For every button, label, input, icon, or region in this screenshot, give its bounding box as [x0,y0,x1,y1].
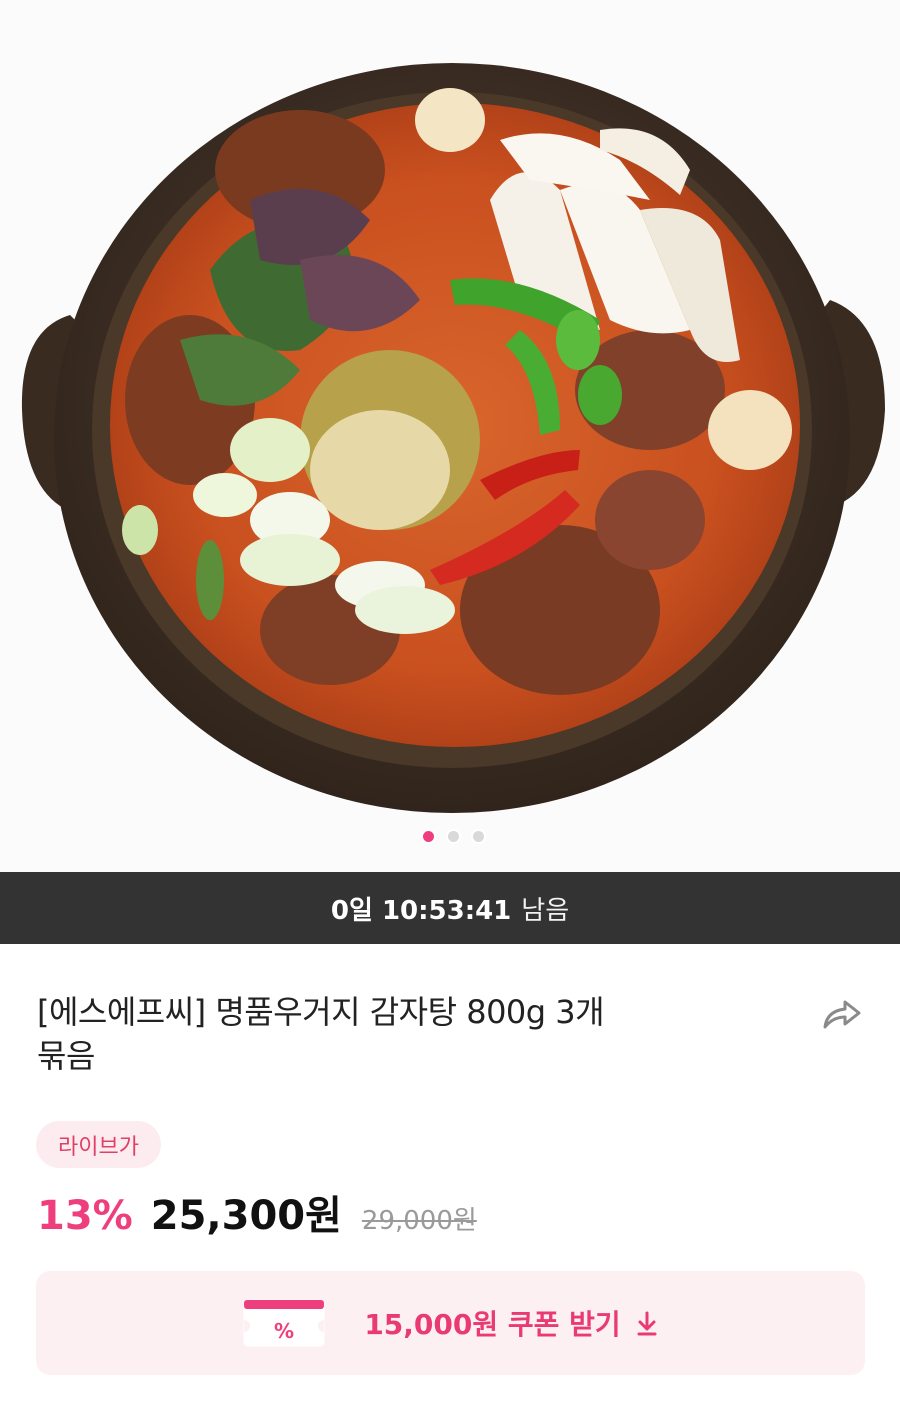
product-title: [에스에프씨] 명품우거지 감자탕 800g 3개 묶음 [37,990,737,1078]
carousel-dot-3[interactable] [470,828,486,844]
product-image[interactable] [0,0,900,872]
stew-pot-illustration [0,0,900,872]
coupon-download-button[interactable]: % 15,000원 쿠폰 받기 [36,1271,865,1375]
coupon-label-wrap: 15,000원 쿠폰 받기 [364,1303,658,1343]
original-price: 29,000원 [361,1206,477,1236]
arrow-down-icon [637,1311,657,1336]
countdown-bar: 0일 10:53:41 남음 [0,872,900,944]
product-title-line-1: [에스에프씨] 명품우거지 감자탕 800g 3개 [37,993,605,1031]
product-title-line-2: 묶음 [37,1037,95,1075]
coupon-ticket-icon: % [243,1299,325,1347]
product-page: 0일 10:53:41 남음 [에스에프씨] 명품우거지 감자탕 800g 3개… [0,0,900,1411]
price-row: 13% 25,300원 29,000원 [37,1183,477,1239]
countdown-time: 0일 10:53:41 [330,895,512,926]
countdown-suffix: 남음 [521,895,570,926]
carousel-dot-1[interactable] [420,828,436,844]
coupon-label: 15,000원 쿠폰 받기 [364,1308,621,1341]
coupon-icon-symbol: % [274,1319,294,1343]
carousel-dot-2[interactable] [445,828,461,844]
share-arrow-icon [823,1000,861,1029]
share-button[interactable] [818,994,866,1034]
live-price-badge: 라이브가 [36,1121,161,1168]
carousel-indicator [0,826,900,846]
sale-price: 25,300원 [150,1193,342,1239]
discount-rate: 13% [37,1193,133,1239]
